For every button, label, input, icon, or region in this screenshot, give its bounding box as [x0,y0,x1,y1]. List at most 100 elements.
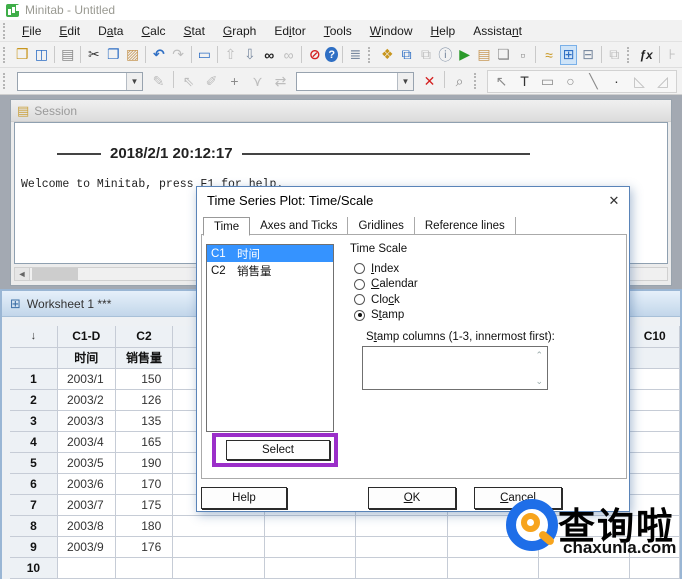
menu-graph[interactable]: Graph [214,21,265,41]
ws-col-header[interactable]: C2 [115,326,174,348]
polygon-tool-icon[interactable]: ◺ [629,71,650,91]
print-icon[interactable]: ▤ [59,45,76,65]
ws-row-number[interactable]: 2 [10,389,58,411]
crosshair-icon[interactable]: + [224,71,245,91]
project-tree-icon[interactable]: ⊦ [664,45,681,65]
ws-cell[interactable] [629,410,680,432]
menu-window[interactable]: Window [361,21,422,41]
polyline-tool-icon[interactable]: ◿ [652,71,673,91]
ws-row-number[interactable]: 4 [10,431,58,453]
ws-cell[interactable] [629,389,680,411]
ws-cell-sales[interactable] [115,557,174,579]
menu-file[interactable]: File [13,21,50,41]
ws-cell-sales[interactable]: 135 [115,410,174,432]
rect-tool-icon[interactable]: ▭ [537,71,558,91]
select-tool-icon[interactable]: ↖ [491,71,512,91]
line-tool-icon[interactable]: ╲ [583,71,604,91]
ws-cell-sales[interactable]: 175 [115,494,174,516]
save-icon[interactable]: ◫ [33,45,50,65]
menu-stat[interactable]: Stat [175,21,214,41]
radio-clock[interactable]: Clock [354,292,418,308]
next-command-icon[interactable]: ⇩ [241,45,258,65]
scrollbar-thumb[interactable] [32,268,78,280]
split-view-icon[interactable]: ⊟ [579,45,596,65]
show-session-icon[interactable]: ≣ [347,45,364,65]
tab-time[interactable]: Time [203,217,251,236]
graph-select-combobox[interactable]: ▼ [296,71,414,91]
ws-cell[interactable] [629,452,680,474]
cascade-windows-icon[interactable]: ⧉ [606,45,623,65]
paste-icon[interactable]: ▨ [124,45,141,65]
ws-row-number[interactable]: 7 [10,494,58,516]
ws-corner-cell[interactable]: ↓ [10,326,58,348]
toolbar-grip-handle[interactable] [474,73,479,89]
ws-col-name[interactable]: 销售量 [115,347,174,369]
ws-row-number[interactable]: 8 [10,515,58,537]
item-select-combobox[interactable]: ▼ [17,71,143,91]
tab-reference-lines[interactable]: Reference lines [415,217,516,234]
ws-cell[interactable] [264,536,357,558]
zoom-icon[interactable]: ⌕ [449,71,470,91]
ws-cell-sales[interactable]: 180 [115,515,174,537]
column-listbox[interactable]: C1 时间 C2 销售量 [206,244,334,432]
flag-icon[interactable]: ⋎ [247,71,268,91]
cancel-icon[interactable]: ⊘ [306,45,323,65]
ellipse-tool-icon[interactable]: ○ [560,71,581,91]
ws-row-number[interactable]: 6 [10,473,58,495]
select-button[interactable]: Select [226,440,330,460]
worksheet-window-icon[interactable]: ⊞ [559,44,578,65]
tab-gridlines[interactable]: Gridlines [348,217,415,234]
page-up-icon[interactable]: ❏ [495,45,512,65]
ws-cell-time[interactable]: 2003/8 [57,515,116,537]
column-item-c2[interactable]: C2 销售量 [207,262,333,279]
text-tool-icon[interactable]: T [514,71,535,91]
edit-points-icon[interactable]: ✎ [148,71,169,91]
toolbar-grip-handle[interactable] [368,46,372,63]
menu-tools[interactable]: Tools [315,21,361,41]
cut-icon[interactable]: ✂ [85,45,102,65]
ws-cell[interactable] [264,557,357,579]
ws-row-number[interactable]: 1 [10,368,58,390]
ws-row-number[interactable]: 10 [10,557,58,579]
ws-cell[interactable] [172,557,265,579]
ws-cell-sales[interactable]: 126 [115,389,174,411]
toolbar-grip-handle[interactable] [626,46,631,63]
toolbar-grip-handle[interactable] [3,73,8,89]
ws-cell[interactable] [355,515,448,537]
ws-cell[interactable] [264,515,357,537]
ws-cell-time[interactable]: 2003/9 [57,536,116,558]
ws-cell[interactable] [629,473,680,495]
ws-cell[interactable] [355,536,448,558]
swap-icon[interactable]: ⇄ [270,71,291,91]
chevron-down-icon[interactable]: ▼ [126,72,142,90]
marker-tool-icon[interactable]: · [606,71,627,91]
copy-worksheet-icon[interactable]: ⧉ [417,45,434,65]
ws-cell-time[interactable]: 2003/5 [57,452,116,474]
ws-cell-sales[interactable]: 165 [115,431,174,453]
chevron-up-icon[interactable]: ⌃ [535,350,543,361]
ws-col-header[interactable]: C1-D [57,326,116,348]
ws-cell-time[interactable]: 2003/1 [57,368,116,390]
ws-cell[interactable] [629,431,680,453]
toolbar-grip-handle[interactable] [3,46,7,63]
selection-frame-icon[interactable]: ▫ [514,45,531,65]
ws-col-name[interactable]: 时间 [57,347,116,369]
menu-data[interactable]: Data [89,21,132,41]
scroll-left-icon[interactable]: ◄ [15,268,30,280]
ws-cell-sales[interactable]: 170 [115,473,174,495]
find-icon[interactable]: ∞ [261,45,278,65]
ws-cell-time[interactable] [57,557,116,579]
run-icon[interactable]: ▶ [456,45,473,65]
ws-cell[interactable] [172,515,265,537]
ws-cell-sales[interactable]: 190 [115,452,174,474]
chevron-down-icon[interactable]: ⌄ [535,376,543,387]
redo-icon[interactable]: ↷ [169,45,186,65]
notepad-icon[interactable]: ▤ [475,45,492,65]
close-icon[interactable]: ✕ [599,188,629,214]
chevron-down-icon[interactable]: ▼ [397,72,413,90]
stamp-columns-input[interactable]: ⌃ ⌄ [362,346,548,390]
ws-row-number[interactable]: 5 [10,452,58,474]
radio-index[interactable]: Index [354,261,418,277]
select-item-icon[interactable]: ⇖ [178,71,199,91]
tab-axes-and-ticks[interactable]: Axes and Ticks [250,217,349,234]
